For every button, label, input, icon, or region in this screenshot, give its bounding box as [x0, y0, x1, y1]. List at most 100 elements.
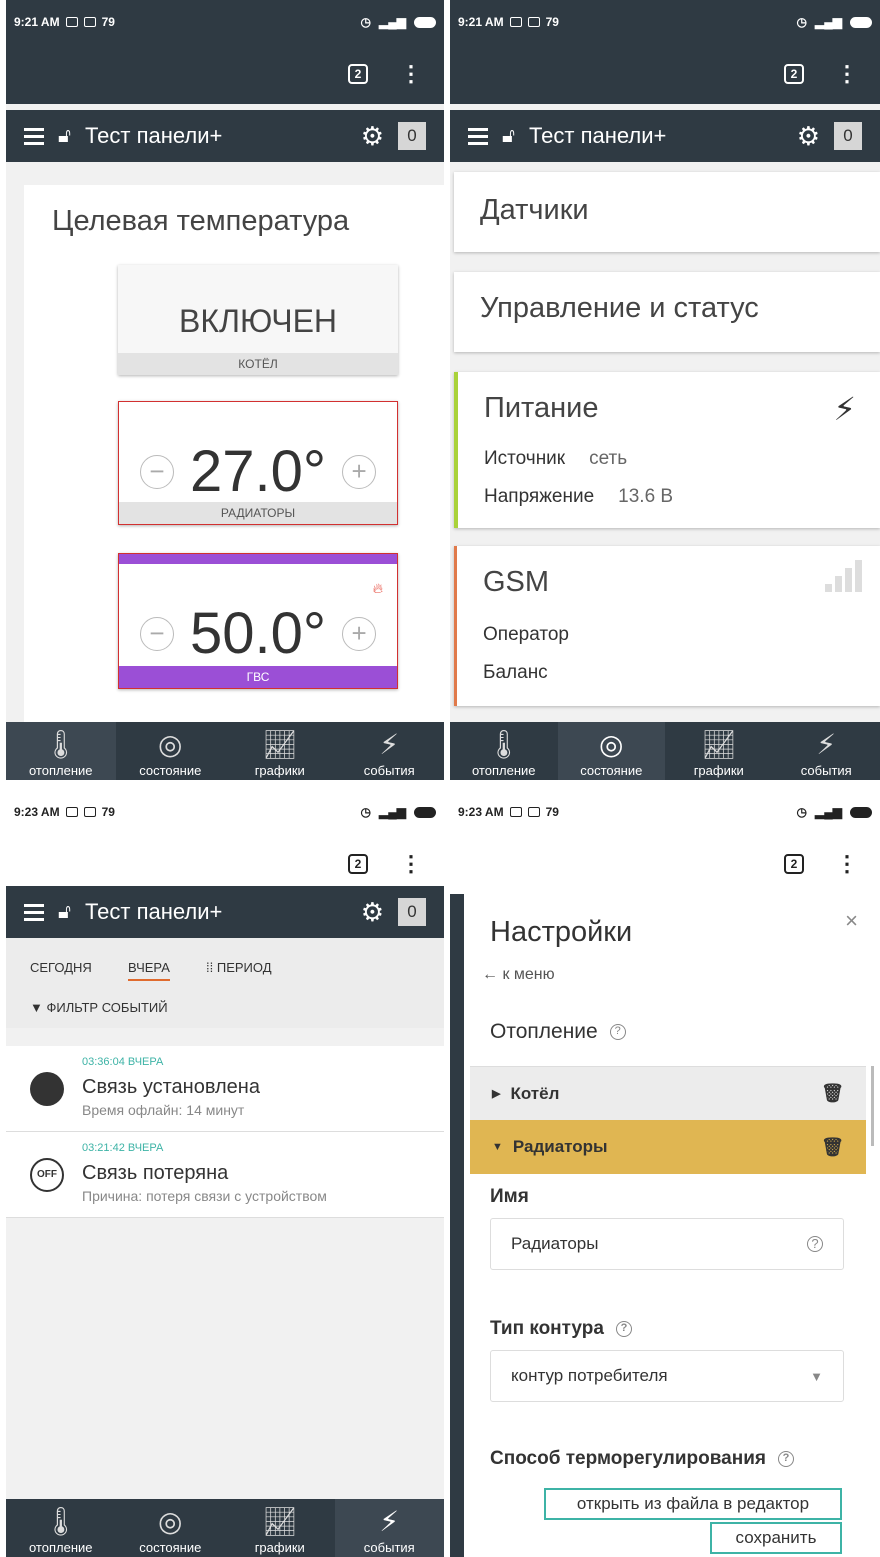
notif-count: 79 — [545, 805, 559, 819]
gear-icon[interactable]: ⚙ — [361, 121, 384, 152]
nav-label: отопление — [28, 763, 93, 778]
nav-label: состояние — [139, 763, 202, 778]
accordion-radiators[interactable]: ▼ Радиаторы 🗑︎ — [470, 1120, 866, 1174]
tabs-count-button[interactable]: 2 — [784, 64, 804, 84]
thermometer-icon: 🌡︎ — [485, 729, 522, 760]
counter-badge[interactable]: 0 — [834, 122, 862, 150]
screen-events: 9:23 AM 79 ◷ ▂▄▆ 2 ⋮ 🔓︎ Тест панели+ ⚙ 0 С… — [6, 790, 444, 1557]
notif-count: 79 — [545, 15, 559, 29]
unlock-icon[interactable]: 🔓︎ — [58, 901, 71, 924]
nav-heating[interactable]: 🌡︎ отопление — [450, 722, 558, 780]
screen-heating: 9:21 AM 79 ◷ ▂▄▆ 2 ⋮ 🔓︎ Тест панели+ ⚙ 0 Ц… — [6, 0, 444, 780]
save-button[interactable]: сохранить — [710, 1522, 842, 1554]
panel-title: GSM — [483, 566, 550, 598]
tab-today[interactable]: СЕГОДНЯ — [30, 960, 92, 975]
power-panel[interactable]: Питание ⚡︎ Источник сеть Напряжение 13.6 В — [454, 372, 880, 528]
dhw-label: ГВС — [119, 666, 397, 688]
tabs-count-button[interactable]: 2 — [784, 854, 804, 874]
gear-icon[interactable]: ⚙ — [361, 897, 384, 928]
back-to-menu-link[interactable]: ← к меню — [482, 966, 555, 984]
tab-yesterday[interactable]: ВЧЕРА — [128, 960, 170, 981]
gear-icon[interactable]: ⚙ — [797, 121, 820, 152]
hamburger-icon[interactable] — [24, 903, 44, 921]
nav-label: графики — [254, 1540, 305, 1555]
help-icon[interactable]: ? — [615, 1320, 632, 1337]
type-select[interactable]: контур потребителя ▼ — [490, 1350, 844, 1402]
nav-label: состояние — [580, 763, 643, 778]
tab-period[interactable]: ⁞⁞ ПЕРИОД — [206, 960, 272, 975]
section-title: Отопление? — [490, 1020, 626, 1044]
dhw-temp[interactable]: 50.0° — [190, 600, 326, 667]
circle-icon: ◎ — [158, 1506, 183, 1537]
nav-label: графики — [693, 763, 744, 778]
nav-events[interactable]: ⚡︎ события — [334, 1499, 444, 1557]
counter-badge[interactable]: 0 — [398, 898, 426, 926]
nav-heating[interactable]: 🌡︎ отопление — [6, 722, 116, 780]
hamburger-icon[interactable] — [24, 127, 44, 145]
nav-state[interactable]: ◎ состояние — [116, 1499, 226, 1557]
browser-bar: 2 ⋮ — [6, 834, 444, 894]
nav-label: отопление — [28, 1540, 93, 1555]
trash-icon[interactable]: 🗑︎ — [821, 1083, 844, 1104]
nav-charts[interactable]: 📈︎ графики — [665, 722, 773, 780]
boiler-tile[interactable]: ВКЛЮЧЕН КОТЁЛ — [118, 265, 398, 375]
operator-key: Оператор — [483, 624, 569, 645]
nav-charts[interactable]: 📈︎ графики — [225, 722, 335, 780]
caret-down-icon: ▼ — [492, 1141, 503, 1153]
battery-icon — [414, 16, 436, 28]
name-field[interactable]: Радиаторы? — [490, 1218, 844, 1270]
dhw-tile: 🔥︎ − 50.0° + ГВС — [118, 553, 398, 689]
voltage-value: 13.6 В — [618, 486, 674, 507]
unlock-icon[interactable]: 🔓︎ — [58, 125, 71, 148]
signal-icon: ▂▄▆ — [815, 805, 842, 819]
nav-charts[interactable]: 📈︎ графики — [225, 1499, 335, 1557]
kebab-menu-icon[interactable]: ⋮ — [400, 853, 422, 875]
kebab-menu-icon[interactable]: ⋮ — [400, 63, 422, 85]
lightning-icon: ⚡︎ — [379, 1506, 400, 1537]
radiators-temp[interactable]: 27.0° — [190, 438, 326, 505]
kebab-menu-icon[interactable]: ⋮ — [836, 853, 858, 875]
thermometer-icon: 🌡︎ — [42, 729, 79, 760]
target-temp-card: Целевая температура ВКЛЮЧЕН КОТЁЛ − 27.0… — [24, 185, 444, 725]
help-icon[interactable]: ? — [777, 1450, 794, 1467]
event-time: 03:21:42 ВЧЕРА — [82, 1142, 164, 1154]
list-item[interactable]: OFF 03:21:42 ВЧЕРА Связь потеряна Причин… — [6, 1132, 444, 1218]
filter-label: ФИЛЬТР СОБЫТИЙ — [46, 1000, 168, 1015]
dhw-minus-button[interactable]: − — [139, 616, 174, 651]
scrollbar[interactable] — [871, 1066, 874, 1146]
nav-label: состояние — [139, 1540, 202, 1555]
radiators-minus-button[interactable]: − — [139, 454, 174, 489]
dhw-plus-button[interactable]: + — [342, 616, 377, 651]
help-icon[interactable]: ? — [807, 1236, 823, 1252]
nav-events[interactable]: ⚡︎ события — [773, 722, 880, 780]
nav-state[interactable]: ◎ состояние — [557, 722, 665, 780]
section-title-text: Отопление — [490, 1020, 598, 1043]
accordion-label: Котёл — [510, 1083, 560, 1103]
nav-state[interactable]: ◎ состояние — [116, 722, 226, 780]
app-bar: 🔓︎ Тест панели+ ⚙ 0 — [6, 110, 444, 162]
trash-icon[interactable]: 🗑︎ — [821, 1137, 844, 1158]
nav-heating[interactable]: 🌡︎ отопление — [6, 1499, 116, 1557]
status-bar: 9:21 AM 79 ◷ ▂▄▆ — [6, 0, 444, 44]
list-item[interactable]: 03:36:04 ВЧЕРА Связь установлена Время о… — [6, 1046, 444, 1132]
grid-icon: ⁞⁞ — [206, 960, 217, 975]
gsm-panel[interactable]: GSM Оператор Баланс — [454, 546, 880, 706]
close-icon[interactable]: × — [845, 908, 858, 934]
sensors-panel[interactable]: Датчики — [454, 172, 880, 252]
unlock-icon[interactable]: 🔓︎ — [502, 125, 515, 148]
filter-events-button[interactable]: ▼ ФИЛЬТР СОБЫТИЙ — [30, 1000, 168, 1015]
kebab-menu-icon[interactable]: ⋮ — [836, 63, 858, 85]
help-icon[interactable]: ? — [609, 1024, 626, 1041]
accordion-boiler[interactable]: ▶ Котёл 🗑︎ — [470, 1066, 866, 1120]
nav-events[interactable]: ⚡︎ события — [335, 722, 445, 780]
radiators-plus-button[interactable]: + — [342, 454, 377, 489]
voltage-key: Напряжение — [484, 486, 595, 507]
tabs-count-button[interactable]: 2 — [348, 854, 368, 874]
open-from-file-button[interactable]: открыть из файла в редактор — [544, 1488, 842, 1520]
counter-badge[interactable]: 0 — [398, 122, 426, 150]
event-title: Связь установлена — [82, 1076, 260, 1098]
control-panel[interactable]: Управление и статус — [454, 272, 880, 352]
card-heading: Целевая температура — [52, 205, 350, 237]
hamburger-icon[interactable] — [468, 127, 488, 145]
tabs-count-button[interactable]: 2 — [348, 64, 368, 84]
